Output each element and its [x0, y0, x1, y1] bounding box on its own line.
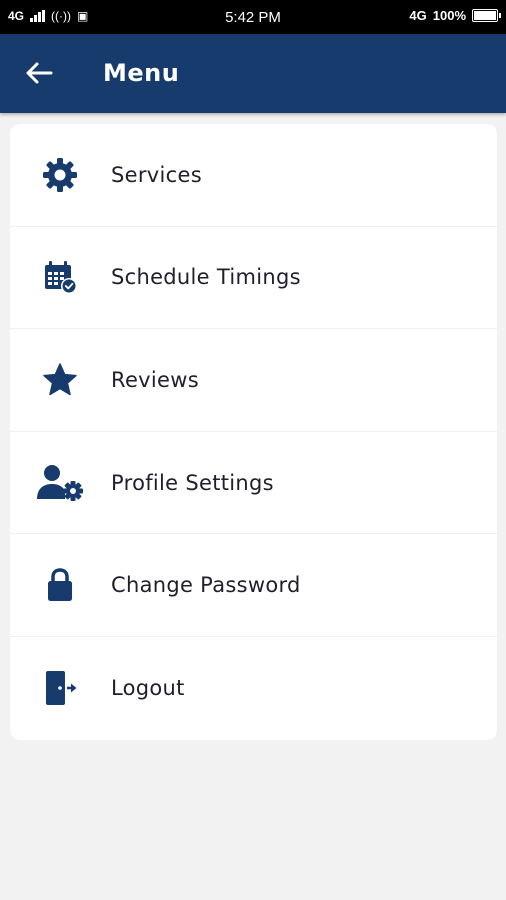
page-title: Menu	[103, 59, 180, 87]
user-gear-icon	[35, 463, 85, 503]
star-icon	[35, 360, 85, 400]
menu-item-services[interactable]: Services	[10, 124, 497, 227]
lock-icon	[35, 565, 85, 605]
battery-icon	[472, 9, 501, 22]
menu-item-profile-settings[interactable]: Profile Settings	[10, 432, 497, 535]
menu-item-label: Schedule Timings	[111, 265, 301, 290]
back-button[interactable]	[22, 58, 56, 88]
menu-item-schedule-timings[interactable]: Schedule Timings	[10, 227, 497, 330]
menu-list: Services Schedule Timings Reviews Profil…	[10, 124, 497, 740]
menu-item-label: Logout	[111, 676, 185, 701]
menu-item-label: Change Password	[111, 573, 301, 598]
menu-item-label: Profile Settings	[111, 470, 274, 495]
gear-icon	[35, 155, 85, 195]
menu-item-logout[interactable]: Logout	[10, 637, 497, 740]
battery-percent: 100%	[432, 8, 466, 23]
app-bar: Menu	[0, 34, 506, 113]
menu-item-label: Reviews	[111, 367, 199, 392]
logout-door-icon	[35, 668, 85, 708]
status-right: 4G 100%	[409, 8, 501, 23]
arrow-left-icon	[26, 62, 53, 84]
menu-item-label: Services	[111, 162, 202, 187]
status-bar: 4G ((·)) ▣ 5:42 PM 4G 100%	[0, 0, 506, 34]
menu-item-reviews[interactable]: Reviews	[10, 329, 497, 432]
menu-item-change-password[interactable]: Change Password	[10, 534, 497, 637]
network-type-right: 4G	[409, 8, 427, 23]
calendar-check-icon	[35, 257, 85, 297]
